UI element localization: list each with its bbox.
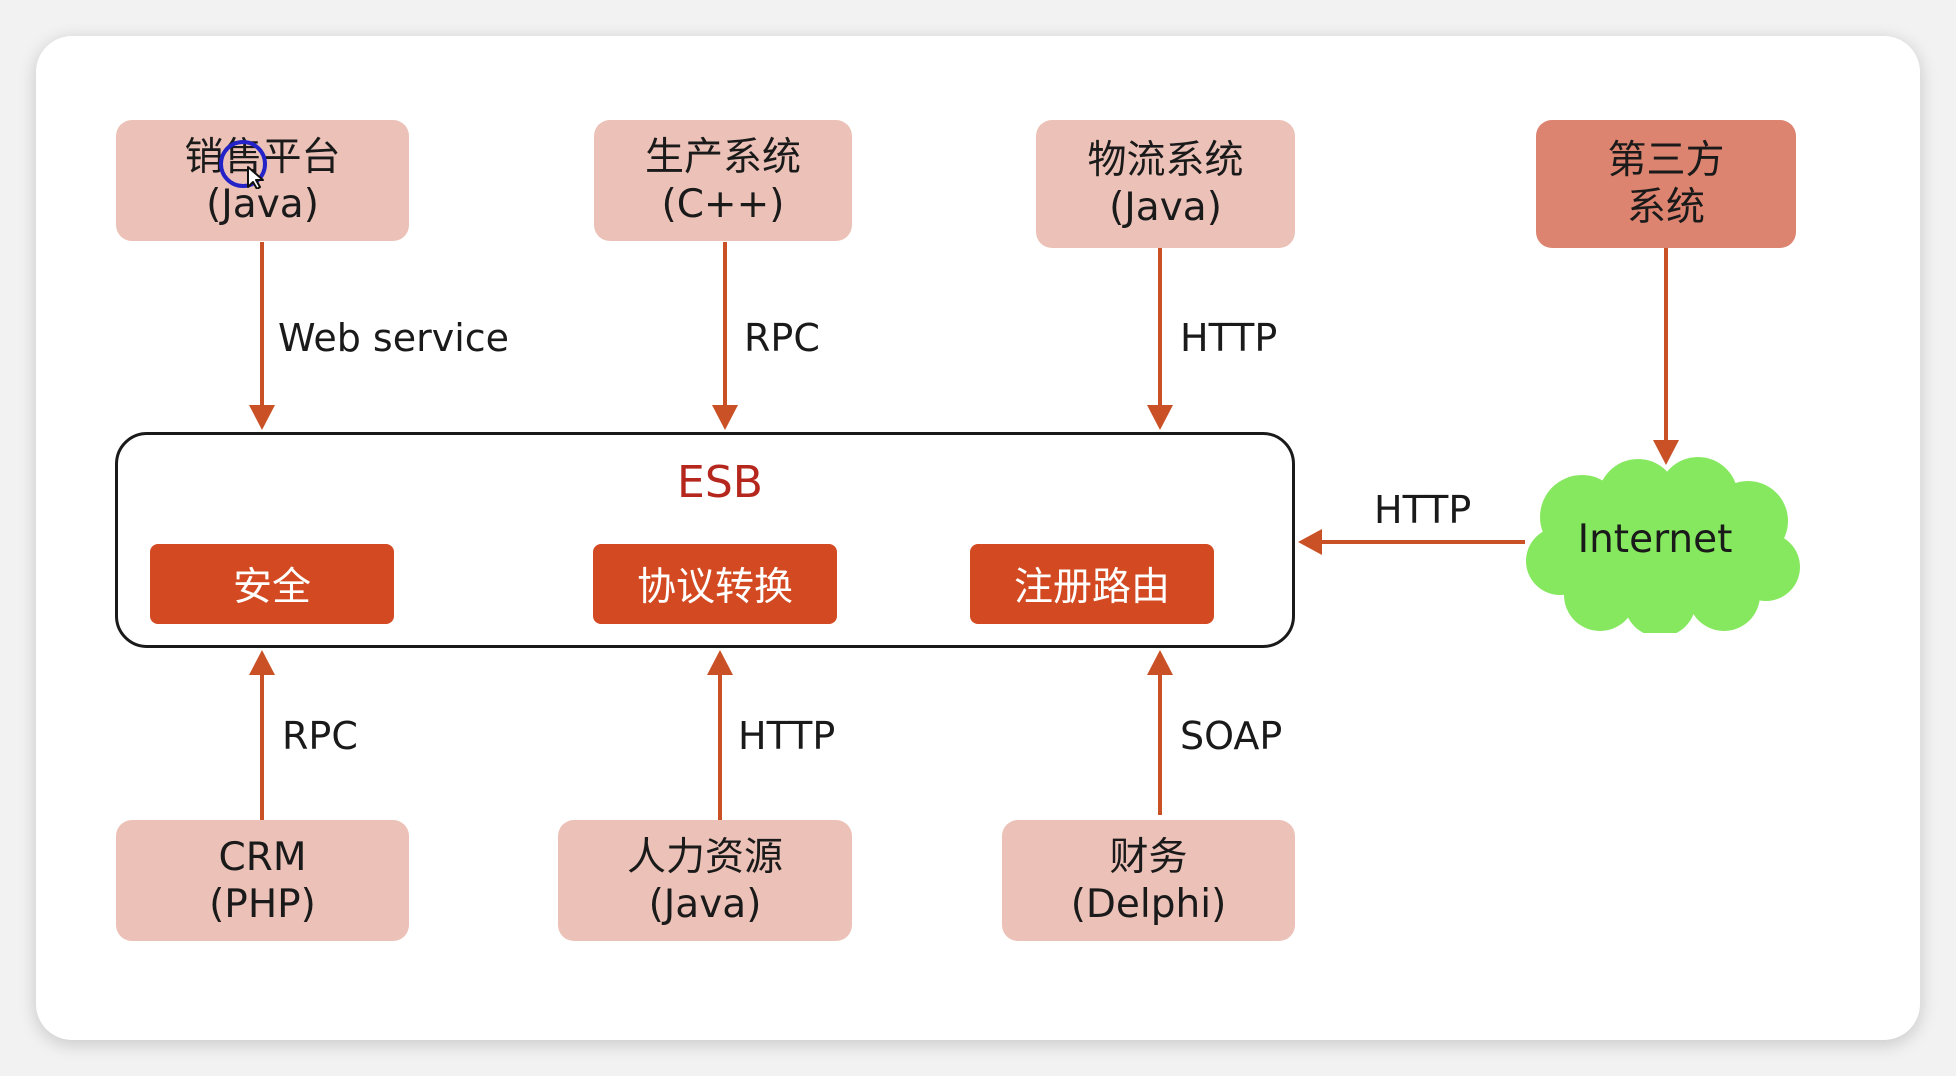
system-node-crm: CRM (PHP) xyxy=(116,820,409,941)
esb-title: ESB xyxy=(677,457,763,508)
esb-module-security: 安全 xyxy=(150,544,394,624)
esb-module-protocol-conversion: 协议转换 xyxy=(593,544,837,624)
system-tech: 系统 xyxy=(1626,185,1705,230)
arrowhead-hr xyxy=(707,650,733,675)
system-name: 第三方 xyxy=(1607,138,1725,183)
arrowhead-internet xyxy=(1298,529,1322,555)
arrowhead-sales xyxy=(249,405,275,430)
system-tech: (Java) xyxy=(648,881,762,927)
protocol-label-rpc-bottom: RPC xyxy=(282,714,358,758)
protocol-label-rpc-top: RPC xyxy=(744,316,820,360)
arrowhead-crm xyxy=(249,650,275,675)
protocol-label-web-service: Web service xyxy=(278,316,510,360)
system-name: CRM xyxy=(218,834,307,880)
system-node-third-party: 第三方 系统 xyxy=(1536,120,1796,248)
protocol-label-http-top: HTTP xyxy=(1180,316,1278,360)
arrowhead-finance xyxy=(1147,650,1173,675)
system-node-logistics: 物流系统 (Java) xyxy=(1036,120,1295,248)
system-node-production: 生产系统 (C++) xyxy=(594,120,852,241)
system-name: 人力资源 xyxy=(626,834,783,880)
mouse-cursor-icon xyxy=(219,140,267,189)
protocol-label-http-internet: HTTP xyxy=(1374,488,1472,532)
system-name: 生产系统 xyxy=(644,134,801,180)
internet-label: Internet xyxy=(1577,517,1733,562)
system-tech: (Java) xyxy=(1109,185,1222,230)
internet-cloud: Internet xyxy=(1520,455,1810,633)
system-tech: (PHP) xyxy=(209,881,316,927)
esb-module-registry-routing: 注册路由 xyxy=(970,544,1214,624)
system-tech: (C++) xyxy=(661,181,785,227)
system-node-finance: 财务 (Delphi) xyxy=(1002,820,1295,941)
arrowhead-logistics xyxy=(1147,405,1173,430)
system-tech: (Delphi) xyxy=(1070,881,1227,927)
arrowhead-production xyxy=(712,405,738,430)
protocol-label-soap: SOAP xyxy=(1180,714,1283,758)
protocol-label-http-bottom: HTTP xyxy=(738,714,836,758)
system-name: 物流系统 xyxy=(1087,138,1244,183)
system-node-hr: 人力资源 (Java) xyxy=(558,820,852,941)
system-name: 财务 xyxy=(1109,834,1188,880)
